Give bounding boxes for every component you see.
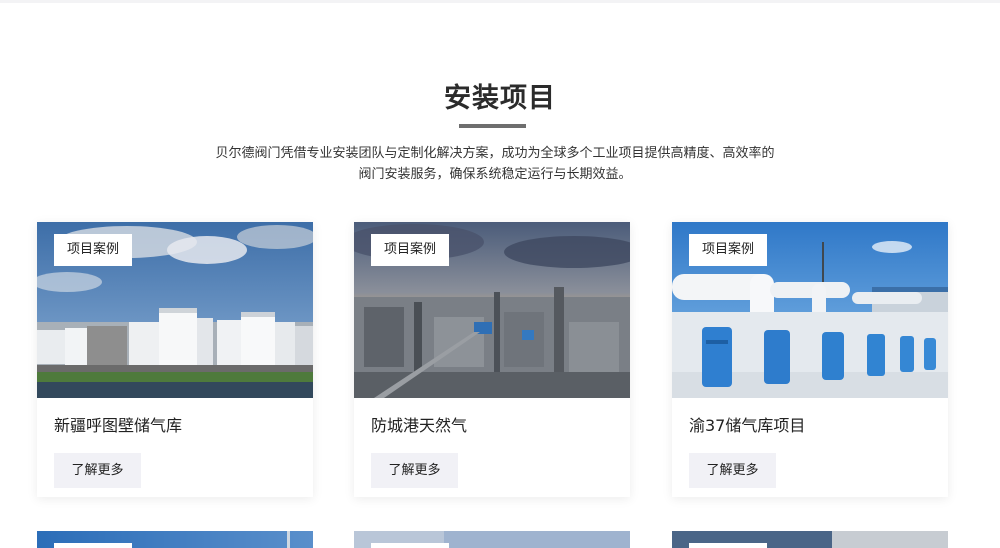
project-card-partial[interactable] xyxy=(37,531,313,548)
project-title[interactable]: 新疆呼图壁储气库 xyxy=(54,412,182,436)
section-intro: 贝尔德阀门凭借专业安装团队与定制化解决方案，成功为全球多个工业项目提供高精度、高… xyxy=(215,146,775,182)
project-badge: 项目案例 xyxy=(371,234,450,266)
project-card-partial[interactable] xyxy=(672,531,948,548)
section-title: 安装项目 xyxy=(444,83,556,114)
project-badge-partial xyxy=(689,543,767,548)
project-title[interactable]: 防城港天然气 xyxy=(371,412,467,436)
page: 安装项目 贝尔德阀门凭借专业安装团队与定制化解决方案，成功为全球多个工业项目提供… xyxy=(0,0,1000,548)
project-badge-partial xyxy=(371,543,449,548)
learn-more-button[interactable]: 了解更多 xyxy=(371,453,458,488)
project-badge: 项目案例 xyxy=(54,234,133,266)
learn-more-button[interactable]: 了解更多 xyxy=(689,453,776,488)
project-card-partial[interactable] xyxy=(354,531,630,548)
project-badge-partial xyxy=(54,543,132,548)
project-card[interactable]: 项目案例 防城港天然气 了解更多 xyxy=(354,222,630,497)
project-badge: 项目案例 xyxy=(689,234,768,266)
header-divider xyxy=(0,0,1000,3)
project-card[interactable]: 项目案例 渝37储气库项目 了解更多 xyxy=(672,222,948,497)
learn-more-button[interactable]: 了解更多 xyxy=(54,453,141,488)
title-underline xyxy=(459,124,526,128)
project-card[interactable]: 项目案例 新疆呼图壁储气库 了解更多 xyxy=(37,222,313,497)
project-title[interactable]: 渝37储气库项目 xyxy=(689,412,805,436)
